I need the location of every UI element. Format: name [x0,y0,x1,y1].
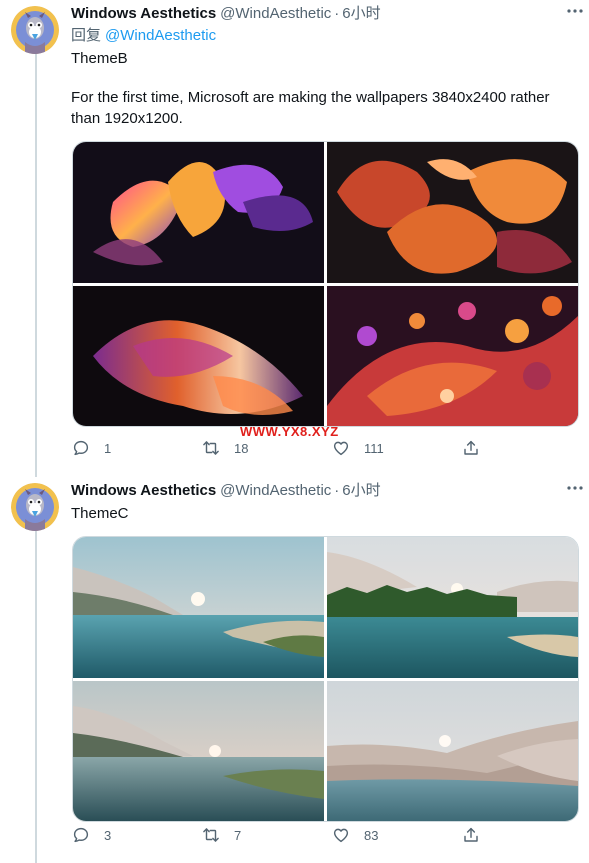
separator: · [334,482,340,499]
share-button[interactable] [462,439,502,457]
wallpaper-image[interactable] [327,681,578,821]
retweet-icon [202,439,220,457]
reply-prefix: 回复 [71,27,102,44]
tweet-text: ThemeC [71,503,577,524]
tweet-actions: 3 7 83 [72,823,502,847]
retweet-button[interactable]: 18 [202,439,332,457]
tweet-text-line: For the first time, Microsoft are making… [71,89,550,127]
avatar[interactable] [11,6,59,54]
tweet-text: ThemeB For the first time, Microsoft are… [71,48,577,129]
wallpaper-image[interactable] [73,286,324,426]
avatar[interactable] [11,483,59,531]
tweet-2[interactable]: Windows Aesthetics @WindAesthetic · 6小时 … [0,477,589,863]
media-grid [72,141,579,427]
reply-icon [72,439,90,457]
thread-line [35,52,37,477]
reply-button[interactable]: 3 [72,826,202,844]
share-icon [462,439,480,457]
reply-mention-link[interactable]: @WindAesthetic [105,27,216,44]
like-button[interactable]: 111 [332,439,462,457]
avatar-image [11,483,59,531]
wallpaper-image[interactable] [73,142,324,283]
retweet-count: 7 [234,827,242,843]
like-count: 111 [364,440,384,456]
more-icon[interactable] [565,6,585,16]
avatar-image [11,6,59,54]
wallpaper-image[interactable] [327,537,578,678]
tweet-1[interactable]: Windows Aesthetics @WindAesthetic · 6小时 … [0,0,589,477]
timestamp[interactable]: 6小时 [342,481,380,501]
author-handle[interactable]: @WindAesthetic [220,481,331,501]
author-handle[interactable]: @WindAesthetic [220,4,331,24]
like-count: 83 [364,827,379,843]
share-button[interactable] [462,826,502,844]
heart-icon [332,826,350,844]
media-grid [72,536,579,822]
separator: · [334,5,340,22]
tweet-text-line: ThemeC [71,505,129,522]
like-button[interactable]: 83 [332,826,462,844]
wallpaper-image[interactable] [327,142,578,283]
author-name[interactable]: Windows Aesthetics [71,481,216,501]
reply-context: 回复 @WindAesthetic [71,26,577,46]
heart-icon [332,439,350,457]
tweet-header: Windows Aesthetics @WindAesthetic · 6小时 [71,481,577,501]
wallpaper-image[interactable] [73,537,324,678]
reply-button[interactable]: 1 [72,439,202,457]
author-name[interactable]: Windows Aesthetics [71,4,216,24]
reply-icon [72,826,90,844]
tweet-header: Windows Aesthetics @WindAesthetic · 6小时 [71,4,577,24]
timestamp[interactable]: 6小时 [342,4,380,24]
reply-count: 1 [104,440,112,456]
wallpaper-image[interactable] [327,286,578,426]
wallpaper-image[interactable] [73,681,324,821]
tweet-text-line: ThemeB [71,50,128,67]
retweet-icon [202,826,220,844]
tweet-actions: 1 18 111 [72,436,502,460]
more-icon[interactable] [565,483,585,493]
retweet-count: 18 [234,440,249,456]
retweet-button[interactable]: 7 [202,826,332,844]
reply-count: 3 [104,827,112,843]
share-icon [462,826,480,844]
thread-line [35,529,37,863]
